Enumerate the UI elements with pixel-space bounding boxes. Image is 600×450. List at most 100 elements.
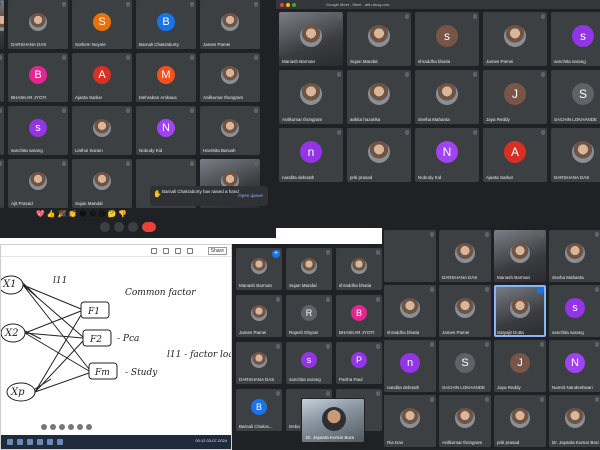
settings-icon[interactable] [175, 248, 181, 254]
participant-tile[interactable]: J Jaya Reddy [494, 340, 546, 392]
participant-tile[interactable]: Ria Das [384, 395, 436, 447]
minimize-dot-icon[interactable] [286, 2, 290, 7]
participant-tile[interactable]: n nandita debnath [279, 128, 343, 182]
participant-tile[interactable]: Sneha Mahanta [549, 230, 600, 282]
participant-tile[interactable]: Manash Barman [494, 230, 546, 282]
participant-tile[interactable]: Dr. Jayanta Kumar Bora [549, 395, 600, 447]
redo-icon[interactable] [163, 248, 169, 254]
participant-tile[interactable]: s shraddha bhatia [415, 12, 479, 66]
emoji-reaction-button[interactable]: 😮 [89, 210, 96, 220]
muted-mic-icon [485, 397, 489, 402]
participant-tile[interactable] [384, 230, 436, 282]
participant-tile[interactable]: A Ajanta Sarkar [483, 128, 547, 182]
participant-tile[interactable]: S Sothem Noyole [72, 0, 132, 49]
participant-tile[interactable]: DARSHANA DAS [439, 230, 491, 282]
participant-tile[interactable]: s sanchita sarang [551, 12, 600, 66]
participant-tile[interactable]: DARSHANA DAS [236, 342, 282, 384]
participant-tile[interactable] [0, 106, 4, 155]
participant-tile[interactable]: Satyajit Dutta [494, 285, 546, 337]
browser-tab-title[interactable]: Google Meet - Meet - aftn-duay-xrw [326, 2, 389, 7]
emoji-reaction-button[interactable]: 💖 [36, 210, 45, 220]
participant-tile[interactable]: A Ajanta Sarkar [72, 53, 132, 102]
participant-tile[interactable]: s sanchita sarang [286, 342, 332, 384]
participant-tile[interactable]: James Pamei [483, 12, 547, 66]
participant-tile[interactable]: N Nobody Kid [415, 128, 479, 182]
participant-tile[interactable]: Sneha Mahanta [415, 70, 479, 124]
participant-tile[interactable]: shraddha bhatia [384, 285, 436, 337]
participant-tile[interactable]: B BHASKAR JYOTI [8, 53, 68, 102]
participant-tile[interactable]: priti prasad [347, 128, 411, 182]
participant-tile[interactable]: Sujan Mandal [72, 159, 132, 208]
participant-tile[interactable]: shraddha bhatia [336, 248, 382, 290]
participant-tile[interactable]: M Mehraban Ambaus [136, 53, 196, 102]
emoji-reaction-button[interactable]: 👏 [68, 210, 77, 220]
muted-mic-icon [0, 108, 2, 113]
participant-tile[interactable]: S SACHIN LOKHANDE [439, 340, 491, 392]
present-button[interactable] [128, 222, 138, 232]
participant-tile[interactable] [0, 159, 4, 208]
participant-tile[interactable]: n nandita debnath [384, 340, 436, 392]
participant-tile[interactable]: DARSHANA DAS [8, 0, 68, 49]
participant-tile[interactable]: s sanchita sarang [8, 106, 68, 155]
participant-tile[interactable]: Linthoi Soram [72, 106, 132, 155]
handwriting-canvas[interactable]: X1 X2 Xp l11 F1 F2 Fm Common factor - Pc… [1, 257, 231, 422]
shape-tool-icon[interactable] [77, 424, 83, 430]
open-queue-link[interactable]: Open queue [238, 193, 263, 198]
participant-tile[interactable]: James Pamei [236, 295, 282, 337]
participant-tile[interactable]: B Barnali Chakraborty [136, 0, 196, 49]
select-tool-icon[interactable] [59, 424, 65, 430]
participant-tile[interactable]: priti prasad [494, 395, 546, 447]
start-icon[interactable] [7, 439, 13, 445]
participant-tile[interactable]: DARSHANA DAS [551, 128, 600, 182]
participant-tile[interactable]: Sujan Mandal [286, 248, 332, 290]
emoji-reaction-button[interactable]: 🎉 [57, 210, 66, 220]
text-tool-icon[interactable] [86, 424, 92, 430]
search-icon[interactable] [17, 439, 23, 445]
participant-tile[interactable]: Harshita Baruah [200, 106, 260, 155]
share-button[interactable]: Share [207, 247, 227, 255]
app-icon[interactable] [57, 439, 63, 445]
participant-tile[interactable]: James Pamei [200, 0, 260, 49]
participant-tile[interactable]: B BHASKAR JYOTI [336, 295, 382, 337]
undo-icon[interactable] [151, 248, 157, 254]
eraser-tool-icon[interactable] [50, 424, 56, 430]
participant-tile[interactable] [0, 0, 4, 49]
explorer-icon[interactable] [27, 439, 33, 445]
emoji-reaction-button[interactable]: 😢 [98, 210, 105, 220]
participant-tile[interactable]: B Barnali Chakra... [236, 389, 282, 431]
sticky-note-icon[interactable] [68, 424, 74, 430]
emoji-reaction-button[interactable]: 🤔 [108, 210, 117, 220]
participant-tile[interactable]: P Partha Paul [336, 342, 382, 384]
participant-tile[interactable]: R Rajesh Dhyani [286, 295, 332, 337]
mic-button[interactable] [100, 222, 110, 232]
participant-tile[interactable]: Anilkumar thongram [279, 70, 343, 124]
participant-tile[interactable]: Sujan Mandal [347, 12, 411, 66]
maximize-dot-icon[interactable] [292, 2, 296, 7]
pen-tool-icon[interactable] [41, 424, 47, 430]
participant-tile[interactable]: N Nobody Kid [136, 106, 196, 155]
chrome-icon[interactable] [37, 439, 43, 445]
participant-tile[interactable]: ankita hazarika [347, 70, 411, 124]
participant-tile[interactable]: Anilkumar thongram [200, 53, 260, 102]
more-icon[interactable] [187, 248, 193, 254]
emoji-reaction-button[interactable]: 😂 [79, 210, 87, 220]
raised-hand-notification[interactable]: ✋ Barnali Chakraborty has raised a hand … [150, 186, 268, 206]
floating-speaker-video[interactable]: Dr. Jayanta Kumar Bora [301, 398, 365, 443]
participant-tile[interactable]: Anilkumar thongram [439, 395, 491, 447]
participant-tile[interactable]: Ajit Prasad [8, 159, 68, 208]
participant-tile[interactable] [0, 53, 4, 102]
emoji-reaction-button[interactable]: 👎 [118, 210, 127, 220]
participant-tile[interactable]: S SACHIN LOKHANDE [551, 70, 600, 124]
participant-tile[interactable]: J Jaya Reddy [483, 70, 547, 124]
participant-tile[interactable]: + Manash Barman [236, 248, 282, 290]
emoji-reaction-button[interactable]: 👍 [47, 210, 56, 220]
close-dot-icon[interactable] [280, 2, 284, 7]
end-call-button[interactable] [142, 222, 156, 232]
participant-tile[interactable]: s sanchita sarang [549, 285, 600, 337]
participant-tile[interactable]: N Namrit Nandeshwari [549, 340, 600, 392]
participant-tile[interactable]: Manash Barman [279, 12, 343, 66]
pin-icon[interactable]: + [272, 250, 280, 258]
camera-button[interactable] [114, 222, 124, 232]
participant-tile[interactable]: James Pamei [439, 285, 491, 337]
edge-icon[interactable] [47, 439, 53, 445]
